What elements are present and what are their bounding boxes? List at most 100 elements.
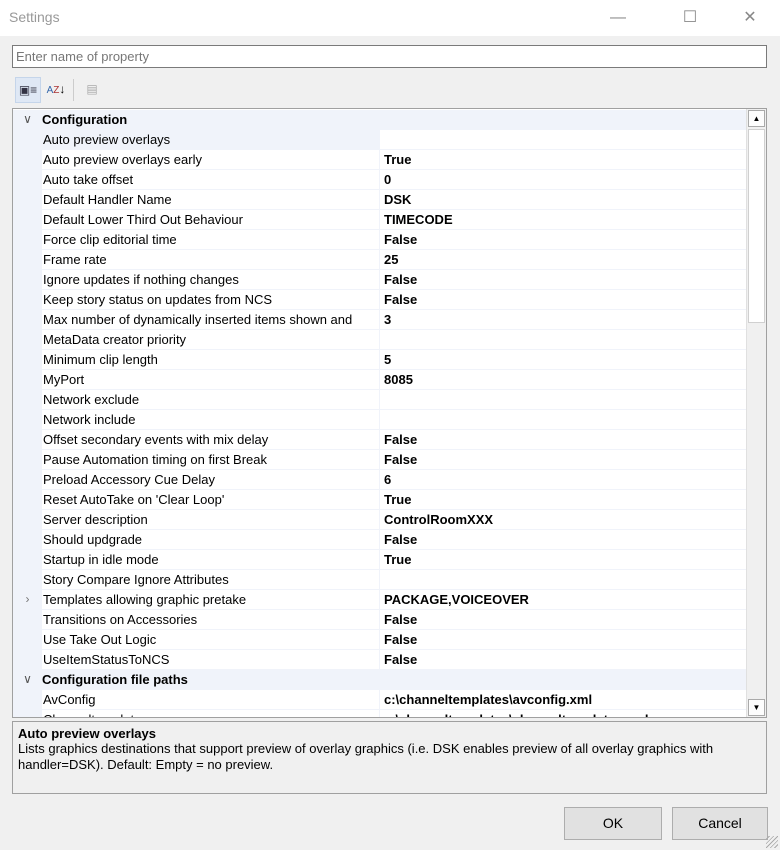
property-name[interactable]: Use Take Out Logic [42, 630, 380, 649]
property-row[interactable]: Max number of dynamically inserted items… [13, 310, 746, 330]
collapse-chevron-icon[interactable]: ∨ [13, 110, 42, 130]
property-value[interactable]: 3 [380, 310, 746, 329]
property-row[interactable]: Reset AutoTake on 'Clear Loop' True [13, 490, 746, 510]
property-value[interactable]: False [380, 530, 746, 549]
property-value[interactable] [380, 570, 746, 589]
property-row[interactable]: Minimum clip length 5 [13, 350, 746, 370]
property-row[interactable]: Pause Automation timing on first Break Fa… [13, 450, 746, 470]
property-value[interactable] [380, 390, 746, 409]
property-name[interactable]: Pause Automation timing on first Break [42, 450, 380, 469]
property-row[interactable]: › Templates allowing graphic pretake PACKA… [13, 590, 746, 610]
property-value[interactable]: 0 [380, 170, 746, 189]
property-value[interactable]: DSK [380, 190, 746, 209]
property-name[interactable]: Auto preview overlays [42, 130, 380, 149]
property-name[interactable]: Force clip editorial time [42, 230, 380, 249]
category-header[interactable]: ∨ Configuration file paths [13, 670, 746, 690]
close-icon[interactable]: ✕ [727, 0, 773, 36]
property-value[interactable] [380, 330, 746, 349]
property-name[interactable]: Network include [42, 410, 380, 429]
property-value[interactable]: 25 [380, 250, 746, 269]
category-header[interactable]: ∨ Configuration [13, 110, 746, 130]
property-row[interactable]: Auto preview overlays early True [13, 150, 746, 170]
minimize-icon[interactable]: — [595, 0, 641, 36]
property-value[interactable]: c:\channeltemplates\avconfig.xml [380, 690, 746, 709]
property-row[interactable]: Startup in idle mode True [13, 550, 746, 570]
property-value[interactable] [380, 130, 746, 149]
property-name[interactable]: Ignore updates if nothing changes [42, 270, 380, 289]
property-value[interactable]: False [380, 630, 746, 649]
property-row[interactable]: MyPort 8085 [13, 370, 746, 390]
property-row[interactable]: Keep story status on updates from NCS Fal… [13, 290, 746, 310]
maximize-icon[interactable]: ☐ [667, 0, 713, 36]
property-name[interactable]: UseItemStatusToNCS [42, 650, 380, 669]
property-name[interactable]: Frame rate [42, 250, 380, 269]
property-grid[interactable]: ∨ Configuration Auto preview overlays Auto … [12, 108, 767, 718]
property-name[interactable]: Transitions on Accessories [42, 610, 380, 629]
property-row[interactable]: AvConfig c:\channeltemplates\avconfig.xml [13, 690, 746, 710]
cancel-button[interactable]: Cancel [672, 807, 768, 840]
property-row[interactable]: Should updgrade False [13, 530, 746, 550]
property-row[interactable]: Offset secondary events with mix delay Fa… [13, 430, 746, 450]
property-name[interactable]: Should updgrade [42, 530, 380, 549]
property-row[interactable]: Ignore updates if nothing changes False [13, 270, 746, 290]
categorized-view-button[interactable]: ▣≡ [15, 77, 41, 103]
property-row[interactable]: Network exclude [13, 390, 746, 410]
property-name[interactable]: Reset AutoTake on 'Clear Loop' [42, 490, 380, 509]
property-name[interactable]: Server description [42, 510, 380, 529]
property-value[interactable]: False [380, 610, 746, 629]
property-value[interactable]: True [380, 490, 746, 509]
property-row[interactable]: Use Take Out Logic False [13, 630, 746, 650]
property-value[interactable]: c:\channeltemplates\channeltemplates.xml [380, 710, 746, 717]
property-name[interactable]: Network exclude [42, 390, 380, 409]
property-name[interactable]: Channeltemplates [42, 710, 380, 717]
property-value[interactable]: TIMECODE [380, 210, 746, 229]
property-value[interactable]: False [380, 230, 746, 249]
property-row[interactable]: Story Compare Ignore Attributes [13, 570, 746, 590]
property-row[interactable]: Default Lower Third Out Behaviour TIMECOD… [13, 210, 746, 230]
property-name[interactable]: Offset secondary events with mix delay [42, 430, 380, 449]
property-value[interactable]: 5 [380, 350, 746, 369]
property-value[interactable]: False [380, 450, 746, 469]
property-name[interactable]: Auto take offset [42, 170, 380, 189]
property-row[interactable]: Default Handler Name DSK [13, 190, 746, 210]
property-row[interactable]: UseItemStatusToNCS False [13, 650, 746, 670]
property-value[interactable]: True [380, 550, 746, 569]
property-value[interactable]: 6 [380, 470, 746, 489]
property-pages-button[interactable]: ▤ [79, 77, 105, 103]
property-value[interactable]: ControlRoomXXX [380, 510, 746, 529]
property-row[interactable]: MetaData creator priority [13, 330, 746, 350]
property-value[interactable] [380, 410, 746, 429]
property-row[interactable]: Frame rate 25 [13, 250, 746, 270]
scroll-down-icon[interactable]: ▼ [748, 699, 765, 716]
property-row[interactable]: Network include [13, 410, 746, 430]
property-value[interactable]: False [380, 650, 746, 669]
property-row[interactable]: Force clip editorial time False [13, 230, 746, 250]
scroll-thumb[interactable] [748, 129, 765, 323]
ok-button[interactable]: OK [564, 807, 662, 840]
property-row[interactable]: Preload Accessory Cue Delay 6 [13, 470, 746, 490]
expand-chevron-icon[interactable]: › [13, 590, 42, 609]
property-name[interactable]: Default Lower Third Out Behaviour [42, 210, 380, 229]
property-name[interactable]: MetaData creator priority [42, 330, 380, 349]
property-name[interactable]: Templates allowing graphic pretake [42, 590, 380, 609]
property-name[interactable]: Keep story status on updates from NCS [42, 290, 380, 309]
property-row[interactable]: Server description ControlRoomXXX [13, 510, 746, 530]
property-value[interactable]: False [380, 270, 746, 289]
scroll-up-icon[interactable]: ▲ [748, 110, 765, 127]
property-search-input[interactable] [12, 45, 767, 68]
property-value[interactable]: True [380, 150, 746, 169]
property-name[interactable]: AvConfig [42, 690, 380, 709]
property-value[interactable]: 8085 [380, 370, 746, 389]
vertical-scrollbar[interactable]: ▲ ▼ [746, 109, 766, 717]
collapse-chevron-icon[interactable]: ∨ [13, 670, 42, 690]
property-name[interactable]: Minimum clip length [42, 350, 380, 369]
property-value[interactable]: False [380, 430, 746, 449]
property-name[interactable]: Story Compare Ignore Attributes [42, 570, 380, 589]
property-row[interactable]: Transitions on Accessories False [13, 610, 746, 630]
property-name[interactable]: Max number of dynamically inserted items… [42, 310, 380, 329]
property-value[interactable]: PACKAGE,VOICEOVER [380, 590, 746, 609]
property-row[interactable]: Auto take offset 0 [13, 170, 746, 190]
property-name[interactable]: Startup in idle mode [42, 550, 380, 569]
property-name[interactable]: Auto preview overlays early [42, 150, 380, 169]
property-row[interactable]: Auto preview overlays [13, 130, 746, 150]
